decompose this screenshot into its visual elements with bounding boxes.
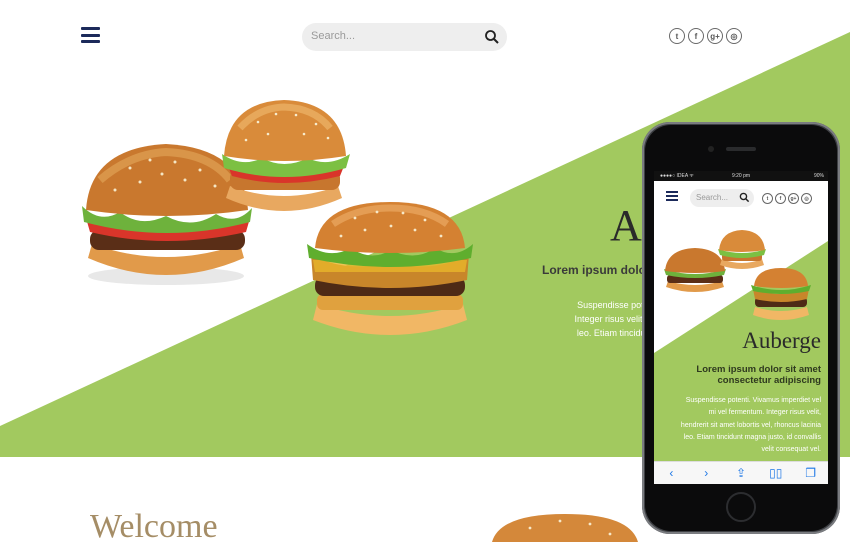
phone-search-bar[interactable]: Search...	[690, 189, 754, 207]
share-icon[interactable]: ⇪	[731, 466, 751, 480]
tabs-icon[interactable]: ❐	[801, 466, 821, 480]
phone-paragraph-line: mi vel fermentum. Integer risus velit,	[708, 409, 821, 417]
phone-hero-title: Auberge	[742, 328, 821, 353]
status-battery: 90%	[813, 173, 824, 179]
hero-subtitle: Lorem ipsum dolo	[542, 263, 647, 277]
welcome-heading: Welcome	[90, 508, 218, 545]
bookmarks-icon[interactable]: ▯▯	[766, 466, 786, 480]
back-arrow-icon[interactable]: ‹	[661, 466, 681, 480]
phone-subtitle-line: Lorem ipsum dolor sit amet	[696, 364, 821, 375]
dribbble-icon[interactable]: ◎	[801, 193, 812, 204]
search-bar[interactable]: Search...	[302, 23, 507, 51]
burger-image-bottom	[492, 514, 638, 542]
search-icon[interactable]	[484, 29, 500, 45]
social-links: t f g+ ◎	[669, 28, 742, 44]
phone-social-links: t f g+ ◎	[762, 193, 812, 204]
facebook-icon[interactable]: f	[775, 193, 786, 204]
facebook-icon[interactable]: f	[688, 28, 704, 44]
phone-paragraph-line: hendrerit sit amet lobortis vel, rhoncus…	[680, 421, 821, 429]
phone-hero-subtitle: Lorem ipsum dolor sit amet consectetur a…	[696, 364, 821, 386]
twitter-icon[interactable]: t	[762, 193, 773, 204]
phone-search-placeholder: Search...	[696, 193, 729, 202]
phone-burger-front	[751, 268, 811, 320]
google-plus-icon[interactable]: g+	[788, 193, 799, 204]
search-placeholder: Search...	[311, 30, 356, 42]
phone-screen: ●●●●○ IDEA ᯤ 9:20 pm 90% Search... t f g…	[654, 171, 828, 484]
phone-browser-toolbar: ‹ › ⇪ ▯▯ ❐	[654, 461, 828, 484]
phone-paragraph-line: Suspendisse potenti. Vivamus imperdiet v…	[685, 397, 821, 404]
phone-paragraph-line: leo. Etiam tincidunt magna justo, id con…	[683, 433, 821, 441]
hamburger-menu-icon[interactable]	[81, 27, 100, 43]
forward-arrow-icon[interactable]: ›	[696, 466, 716, 480]
status-time: 9:20 pm	[731, 173, 751, 179]
phone-search-icon[interactable]	[739, 192, 750, 203]
twitter-icon[interactable]: t	[669, 28, 685, 44]
burger-image-front	[307, 202, 473, 335]
phone-speaker	[726, 147, 756, 151]
google-plus-icon[interactable]: g+	[707, 28, 723, 44]
phone-subtitle-line: consectetur adipiscing	[717, 375, 821, 386]
phone-paragraph-line: velit consequat vel.	[761, 446, 821, 454]
phone-home-button[interactable]	[726, 492, 756, 522]
phone-hamburger-menu-icon[interactable]	[666, 191, 678, 203]
phone-mockup: ●●●●○ IDEA ᯤ 9:20 pm 90% Search... t f g…	[642, 122, 840, 534]
phone-camera	[708, 146, 714, 152]
dribbble-icon[interactable]: ◎	[726, 28, 742, 44]
phone-hero-paragraph: Suspendisse potenti. Vivamus imperdiet v…	[681, 395, 821, 456]
phone-status-bar: ●●●●○ IDEA ᯤ 9:20 pm 90%	[654, 171, 828, 181]
